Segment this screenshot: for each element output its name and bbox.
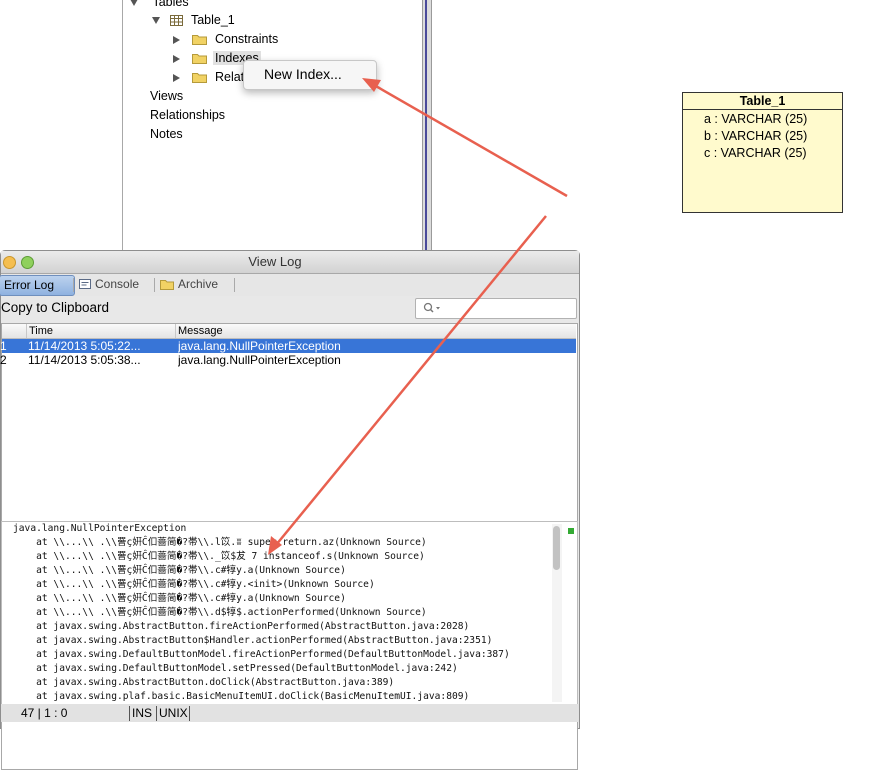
split-divider-line [425,0,427,250]
row-message: java.lang.NullPointerException [178,339,341,353]
tree-label-notes: Notes [150,127,183,141]
tab-divider [73,278,74,292]
tree-label-constraints: Constraints [214,32,279,46]
trace-scroll-thumb[interactable] [553,526,560,570]
row-time: 11/14/2013 5:05:22... [28,339,141,353]
search-input[interactable] [415,298,577,319]
folder-icon [192,35,208,46]
search-icon [423,302,440,313]
view-log-window: View Log Error Log Console Archive Copy … [0,250,580,770]
status-divider [189,706,190,721]
menu-item-new-index[interactable]: New Index... [264,66,342,82]
tree-label-views: Views [150,89,184,103]
tab-archive[interactable]: Archive [160,275,232,294]
row-number: 1 [0,339,7,353]
folder-icon [192,73,208,84]
tree-item-table-1[interactable]: Table_1 [152,11,235,30]
column-header-num[interactable] [2,324,27,338]
entity-field-b: b : VARCHAR (25) [704,129,808,143]
tab-console[interactable]: Console [79,275,151,294]
log-tabbar: Error Log Console Archive [0,274,579,296]
trace-line: at javax.swing.plaf.basic.BasicMenuItemU… [13,691,470,702]
row-time: 11/14/2013 5:05:38... [28,353,141,367]
table-grid-icon [170,15,184,27]
error-marker-icon [568,528,574,534]
trace-line: at \\...\\ .\\罾ç姸Ĉ㐰蔷简�?帯\\.c#犉y.<init>(U… [13,579,375,590]
console-icon [79,279,91,290]
trace-line: java.lang.NullPointerException [13,523,187,534]
insert-mode: INS [132,706,153,720]
caret-position: 47 | 1 : 0 [21,706,68,720]
context-menu: New Index... [243,60,377,90]
trace-line: at \\...\\ .\\罾ç姸Ĉ㐰蔷简�?帯\\._笖$犮 7 instan… [13,551,425,562]
line-ending: UNIX [159,706,188,720]
expand-toggle-icon[interactable] [173,35,180,44]
tree-item-views[interactable]: Views [150,87,183,106]
trace-line: at javax.swing.AbstractButton$Handler.ac… [13,635,493,646]
status-divider [156,706,157,721]
trace-line: at \\...\\ .\\罾ç姸Ĉ㐰蔷简�?帯\\.c#犉y.a(Unknow… [13,593,346,604]
column-header-message[interactable]: Message [176,324,574,338]
tree-label-tables: Tables [152,0,189,9]
tree-item-relationships-folder[interactable]: Relati [173,68,247,87]
stack-trace-panel[interactable]: java.lang.NullPointerException at \\...\… [1,521,578,705]
entity-field-c: c : VARCHAR (25) [704,146,807,160]
tab-label-error-log: Error Log [4,278,55,292]
tree-label-relationships: Relationships [150,108,226,122]
log-titlebar[interactable]: View Log [1,251,579,274]
expand-toggle-icon[interactable] [173,73,180,82]
folder-icon [192,54,208,65]
tab-error-log[interactable]: Error Log [0,275,75,296]
trace-line: at \\...\\ .\\罾ç姸Ĉ㐰蔷简�?帯\\.c#犉y.a(Unknow… [13,565,346,576]
trace-line: at javax.swing.DefaultButtonModel.setPre… [13,663,458,674]
column-header-time[interactable]: Time [27,324,176,338]
row-message: java.lang.NullPointerException [178,353,341,367]
entity-field-a: a : VARCHAR (25) [704,112,808,126]
trace-line: at javax.swing.DefaultButtonModel.fireAc… [13,649,510,660]
table-entity[interactable]: Table_1 a : VARCHAR (25) b : VARCHAR (25… [682,92,843,213]
trace-line: at javax.swing.AbstractButton.doClick(Ab… [13,677,395,688]
expand-toggle-icon[interactable] [152,17,160,25]
tab-label-console: Console [95,277,140,291]
expand-toggle-icon[interactable] [130,0,138,7]
tree-label-table-1: Table_1 [190,13,235,27]
trace-line: at javax.swing.AbstractButton.fireAction… [13,621,470,632]
tree-item-relationships[interactable]: Relationships [150,106,225,125]
tab-label-archive: Archive [178,277,219,291]
table-row[interactable]: 1 11/14/2013 5:05:22... java.lang.NullPo… [0,339,576,353]
archive-folder-icon [160,280,174,291]
log-window-title: View Log [248,254,302,269]
table-row[interactable]: 2 11/14/2013 5:05:38... java.lang.NullPo… [0,353,576,367]
status-divider [129,706,130,721]
tab-divider [234,278,235,292]
expand-toggle-icon[interactable] [173,54,180,63]
tree-item-constraints[interactable]: Constraints [173,30,278,49]
entity-title: Table_1 [683,93,842,110]
copy-to-clipboard-button[interactable]: Copy to Clipboard [1,300,109,315]
trace-line: at \\...\\ .\\罾ç姸Ĉ㐰蔷简�?帯\\.l笖.ʬ super re… [13,537,427,548]
status-bar: 47 | 1 : 0 INS UNIX [1,704,579,722]
left-panel [0,0,123,250]
row-number: 2 [0,353,7,367]
trace-line: at \\...\\ .\\罾ç姸Ĉ㐰蔷简�?帯\\.d$犉$.actionPe… [13,607,427,618]
tree-item-notes[interactable]: Notes [150,125,183,144]
split-divider[interactable] [422,0,432,250]
table-header: Time Message [2,324,576,339]
tab-divider [154,278,155,292]
